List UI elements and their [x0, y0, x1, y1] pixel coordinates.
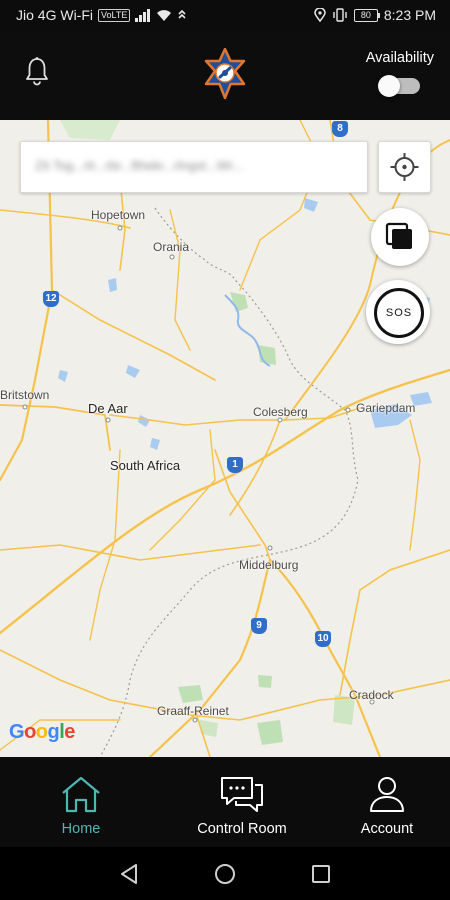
place-label: Orania [153, 240, 190, 254]
system-navigation-bar [0, 847, 450, 900]
clock: 8:23 PM [383, 7, 436, 23]
place-label: South Africa [110, 458, 181, 473]
app-header: Availability [0, 32, 450, 120]
data-icon [178, 9, 186, 19]
google-logo: Google [9, 719, 81, 749]
home-circle-icon[interactable] [214, 863, 236, 885]
chat-bubbles-icon [221, 777, 263, 812]
place-label: Cradock [349, 688, 394, 702]
home-icon [62, 776, 100, 813]
route-shield: 8 [332, 121, 348, 137]
nav-home-label: Home [61, 821, 101, 837]
route-shield: 12 [43, 291, 59, 307]
place-label: Britstown [0, 388, 50, 402]
carrier-label: Jio 4G Wi-Fi [16, 7, 93, 23]
place-label: Graaff-Reinet [157, 704, 229, 718]
layers-icon [385, 222, 412, 249]
nav-account-label: Account [360, 821, 414, 837]
app-logo-star-badge [201, 47, 249, 105]
bottom-navigation: Home Control Room Account [0, 757, 450, 847]
route-shield: 10 [315, 631, 331, 647]
svg-text:Google: Google [9, 721, 75, 743]
place-label: De Aar [88, 401, 128, 416]
nav-control-room[interactable]: Control Room [190, 775, 294, 837]
sos-button[interactable]: SOS [366, 280, 430, 344]
route-shield: 1 [227, 457, 243, 473]
place-label: Hopetown [91, 208, 146, 222]
map-view[interactable]: Hopetown Orania Britstown De Aar South A… [0, 120, 450, 757]
availability-toggle[interactable] [378, 75, 420, 97]
volte-badge: VoLTE [98, 8, 131, 22]
my-location-button[interactable] [378, 141, 431, 193]
vibrate-icon [333, 8, 347, 22]
place-label: Gariepdam [356, 401, 416, 415]
search-input[interactable]: Zit Tsg...rlr...rbr...fthekr...rlngst...… [20, 141, 368, 193]
availability-label: Availability [365, 50, 434, 66]
notifications-bell-icon[interactable] [24, 56, 50, 91]
back-icon[interactable] [118, 863, 140, 885]
wifi-icon [157, 9, 172, 21]
crosshair-icon [390, 153, 419, 181]
route-shield: 9 [251, 618, 267, 634]
status-bar: Jio 4G Wi-Fi VoLTE 80 8:23 PM [0, 0, 450, 32]
signal-icon [135, 8, 151, 22]
search-value: Zit Tsg...rlr...rbr...fthekr...rlngst...… [35, 158, 244, 173]
sos-label: SOS [374, 288, 424, 338]
user-icon [370, 777, 404, 812]
recents-icon[interactable] [310, 863, 332, 885]
layers-button[interactable] [371, 208, 429, 266]
location-icon [314, 8, 326, 22]
toggle-knob [378, 75, 400, 97]
battery-indicator: 80 [353, 8, 380, 22]
nav-control-room-label: Control Room [197, 821, 287, 837]
place-label: Colesberg [253, 405, 308, 419]
nav-home[interactable]: Home [50, 775, 112, 837]
nav-account[interactable]: Account [352, 775, 422, 837]
place-label: Middelburg [239, 558, 299, 572]
